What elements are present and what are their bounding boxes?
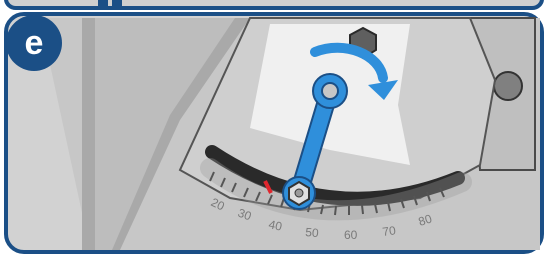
illustration-panel: 20 30 40 50 60 70 80 e	[0, 0, 548, 257]
previous-panel-marker-2	[112, 0, 122, 8]
scale-label-50: 50	[305, 225, 320, 240]
saw-angle-adjustment-illustration: 20 30 40 50 60 70 80 e	[4, 0, 544, 254]
previous-panel-strip	[4, 0, 544, 10]
scale-label-70: 70	[381, 223, 396, 239]
bracket-hole	[493, 71, 523, 101]
previous-panel-marker-1	[98, 0, 108, 8]
step-label: e	[25, 24, 44, 62]
nut-bolt	[294, 188, 304, 198]
scale-label-60: 60	[344, 228, 358, 242]
